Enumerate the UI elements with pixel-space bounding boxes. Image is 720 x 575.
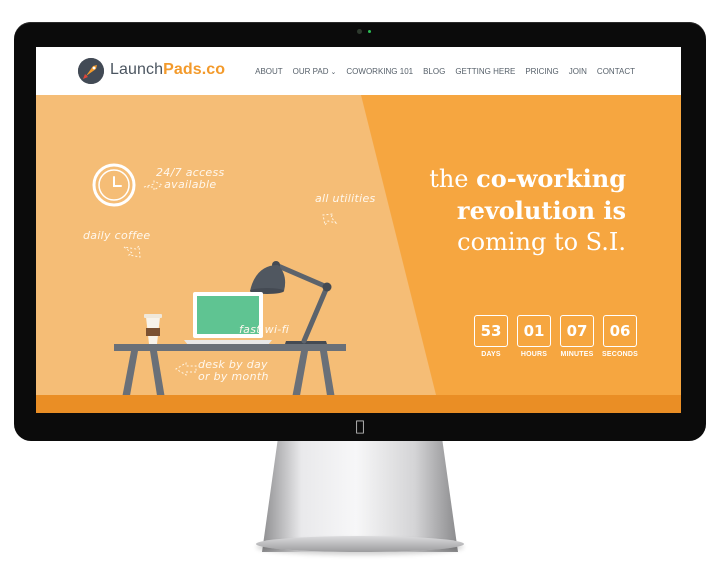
nav-item-contact[interactable]: CONTACT [597,67,635,76]
nav-item-pricing[interactable]: PRICING [525,67,558,76]
hero-headline: the co-working revolution is coming to S… [396,163,626,258]
nav-item-blog[interactable]: BLOG [423,67,445,76]
site-logo-text[interactable]: LaunchPads.co [110,61,225,79]
coffee-cup-icon [144,314,162,344]
hero-bottom-strip [36,395,681,413]
headline-line1-light: the [429,165,477,193]
logo-text-prefix: Launch [110,61,164,78]
headline-line1-bold: co-working [476,164,626,193]
countdown-label: DAYS [481,351,501,358]
monitor-stand-foot [256,536,464,552]
headline-line2-bold: revolution is [456,196,626,225]
countdown-label: HOURS [520,351,548,358]
countdown-value: 06 [603,315,637,347]
arrow-desk [175,362,197,376]
website-screen: LaunchPads.co ABOUT OUR PAD ⌄ COWORKING 1… [36,47,681,413]
nav-item-label: JOIN [568,67,587,76]
countdown-value: 01 [517,315,551,347]
nav-item-label: GETTING HERE [455,67,516,76]
headline-line3: coming to S.I. [457,228,626,256]
nav-item-coworking-101[interactable]: COWORKING 101 [346,67,413,76]
nav-item-label: ABOUT [255,67,283,76]
headline-line2: revolution is [396,195,626,227]
rocket-logo-icon[interactable] [78,58,104,84]
nav-item-label: COWORKING 101 [346,67,414,76]
countdown-value: 07 [560,315,594,347]
main-navigation: ABOUT OUR PAD ⌄ COWORKING 101 BLOG GETTIN… [245,67,635,76]
countdown-seconds: 06 SECONDS [602,315,638,358]
countdown-label: MINUTES [560,351,594,358]
annotation-access: 24/7 access available [156,167,225,191]
countdown-label: SECONDS [601,351,639,358]
chevron-down-icon: ⌄ [330,68,337,76]
nav-item-label: CONTACT [596,67,635,76]
nav-item-our-pad[interactable]: OUR PAD ⌄ [293,67,337,76]
annotation-wifi: fast wi-fi [239,323,290,336]
arrow-coffee [123,244,141,258]
arrow-utilities [322,213,338,227]
camera-icon [357,29,362,34]
site-header: LaunchPads.co ABOUT OUR PAD ⌄ COWORKING 1… [36,47,681,95]
clock-icon [92,163,136,207]
laptop-icon [184,292,272,345]
nav-item-label: OUR PAD [292,67,329,76]
annotation-desk: desk by day or by month [198,359,269,383]
nav-item-label: BLOG [423,67,446,76]
nav-item-about[interactable]: ABOUT [255,67,283,76]
annotation-utilities: all utilities [315,192,376,205]
nav-item-join[interactable]: JOIN [569,67,587,76]
headline-line1: the co-working [396,163,626,195]
apple-logo-icon:  [353,418,367,434]
nav-item-getting-here[interactable]: GETTING HERE [455,67,515,76]
camera-indicator-light [368,30,371,33]
countdown-value: 53 [474,315,508,347]
hero-section: 24/7 access available all utilities dail… [36,95,681,395]
annotation-desk-line2: or by month [198,370,269,383]
nav-item-label: PRICING [525,67,559,76]
annotation-coffee: daily coffee [83,229,151,242]
logo-text-suffix: Pads.co [163,61,226,78]
countdown-days: 53 DAYS [473,315,509,358]
countdown-timer: 53 DAYS 01 HOURS 07 MINUTES 06 SECONDS [473,315,638,358]
annotation-access-line2: available [164,178,217,191]
countdown-hours: 01 HOURS [516,315,552,358]
countdown-minutes: 07 MINUTES [559,315,595,358]
